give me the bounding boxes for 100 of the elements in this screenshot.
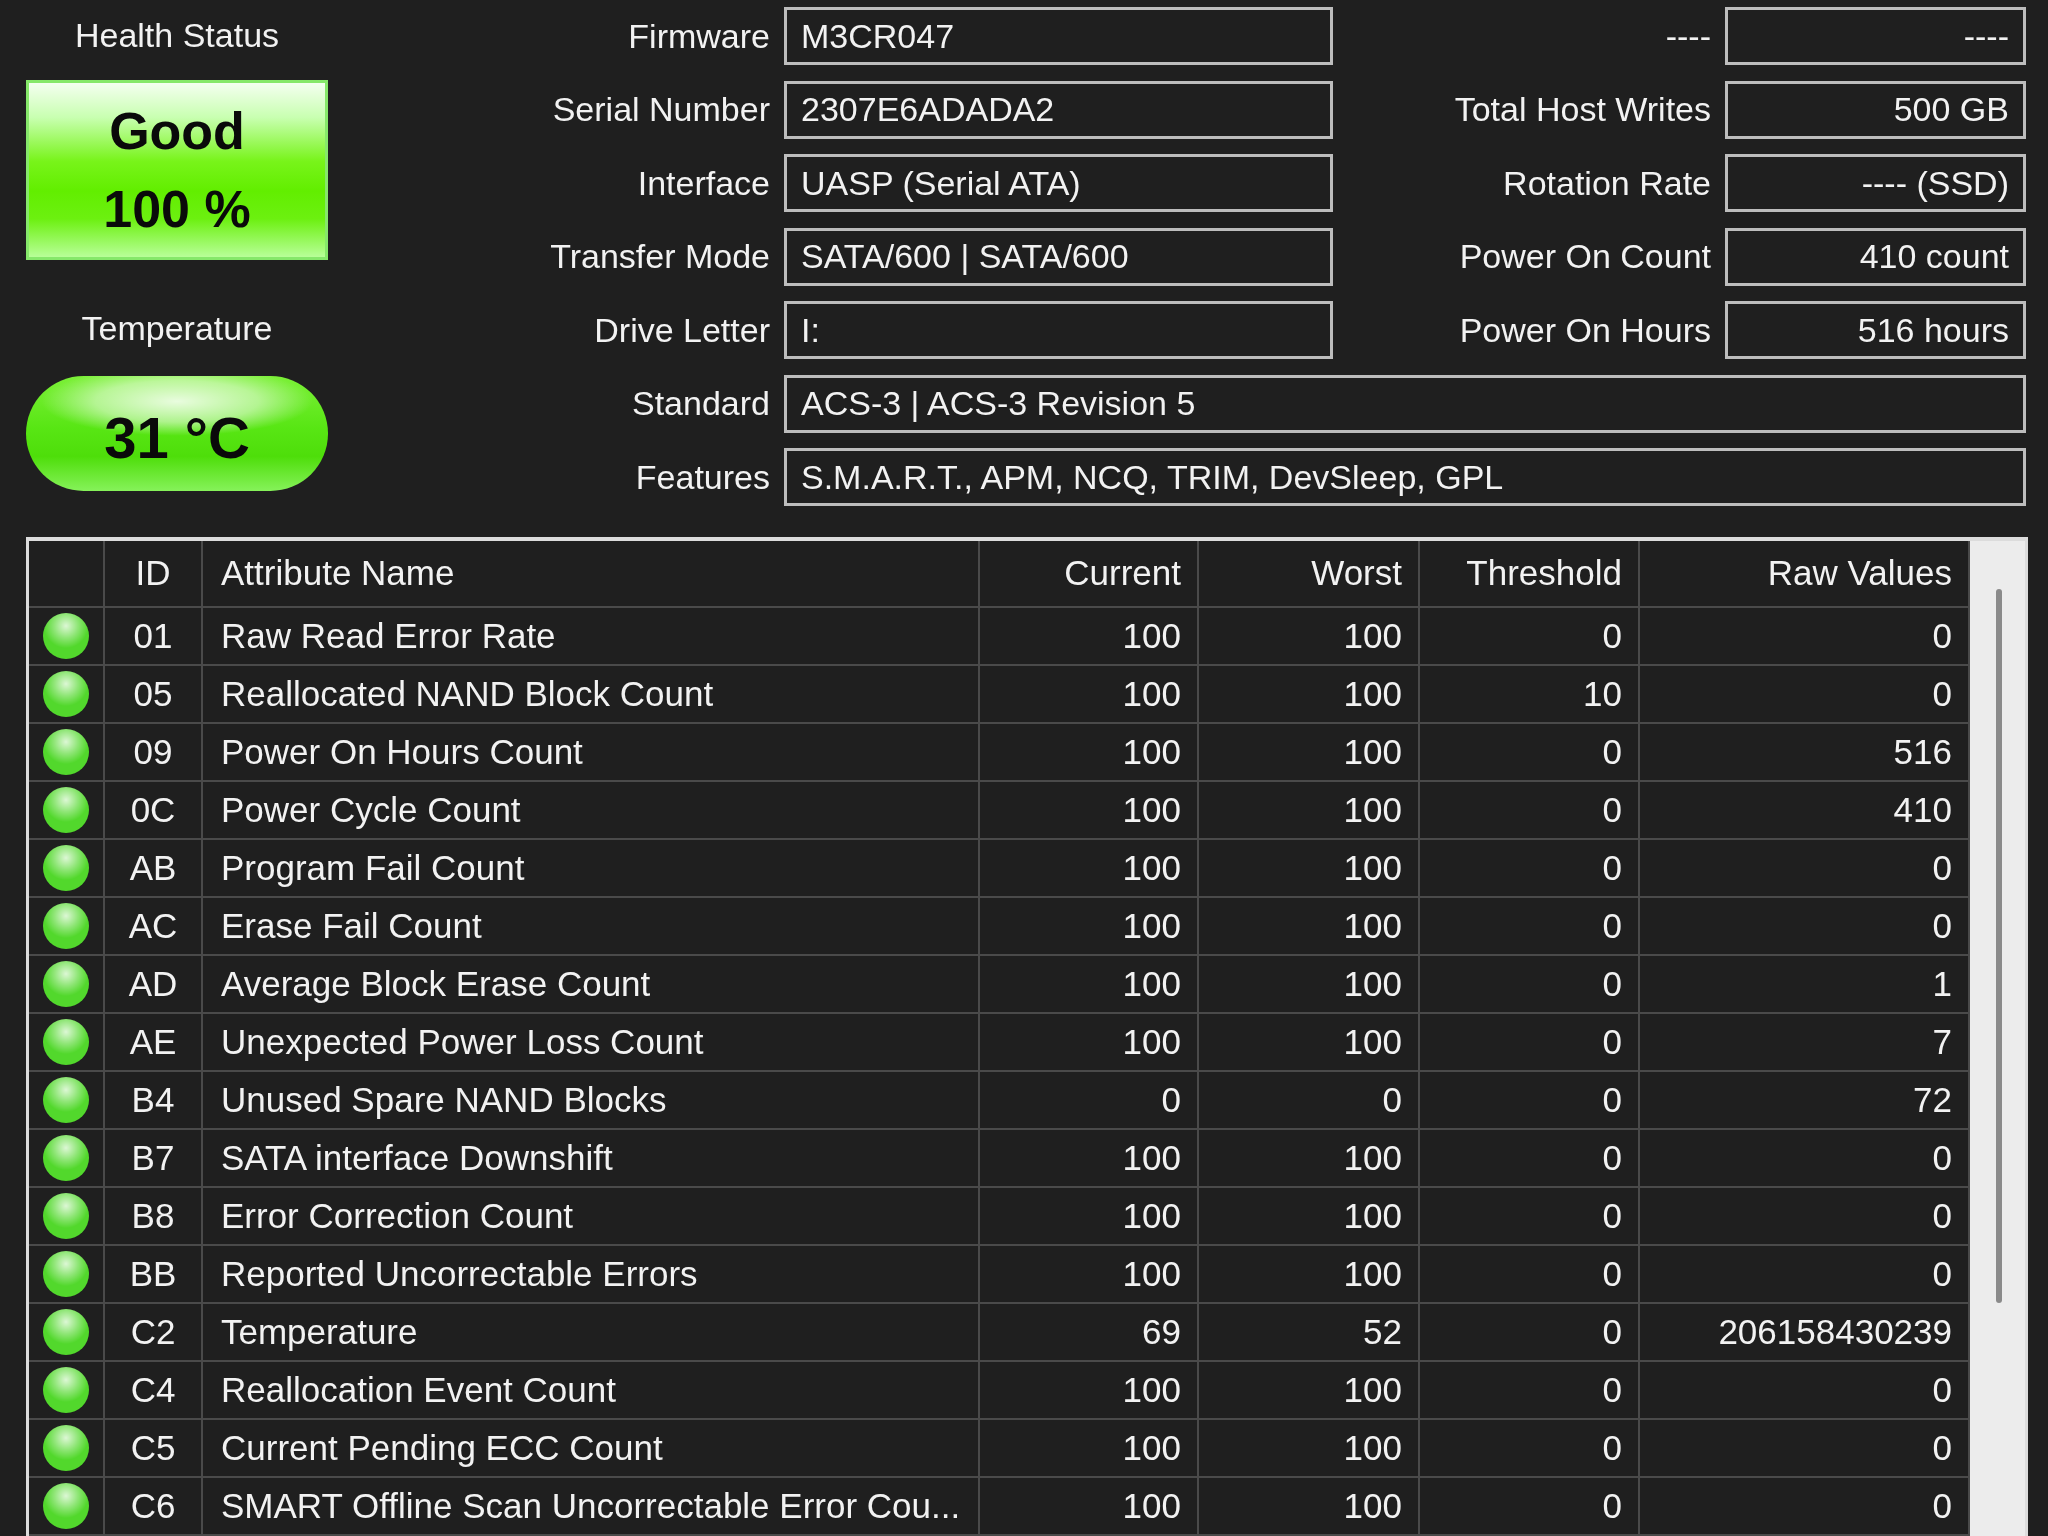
table-cell: Unexpected Power Loss Count xyxy=(203,1014,980,1072)
table-cell: 100 xyxy=(1199,608,1420,666)
table-cell: 100 xyxy=(1199,840,1420,898)
table-cell: 01 xyxy=(105,608,203,666)
field-label: Rotation Rate xyxy=(1503,163,1711,203)
table-cell: 09 xyxy=(105,724,203,782)
field-label: ---- xyxy=(1665,16,1711,56)
table-cell: Erase Fail Count xyxy=(203,898,980,956)
table-cell: 0 xyxy=(1420,782,1640,840)
table-cell: 0 xyxy=(1199,1072,1420,1130)
temperature-label: Temperature xyxy=(81,308,273,349)
table-cell: 0 xyxy=(1420,840,1640,898)
info-field: M3CR047 xyxy=(784,7,1333,65)
table-cell: Reallocation Event Count xyxy=(203,1362,980,1420)
table-cell: 100 xyxy=(980,1130,1199,1188)
info-field: 500 GB xyxy=(1725,80,2026,139)
table-cell: C5 xyxy=(105,1420,203,1478)
table-cell: 100 xyxy=(1199,1362,1420,1420)
field-label: Total Host Writes xyxy=(1454,90,1711,129)
table-cell: 0C xyxy=(105,782,203,840)
table-cell: 100 xyxy=(1199,898,1420,956)
info-field: I: xyxy=(784,301,1333,359)
field-label: Features xyxy=(635,457,770,497)
status-text: Good xyxy=(109,101,245,161)
table-cell: 100 xyxy=(1199,666,1420,724)
table-cell: 100 xyxy=(980,1246,1199,1304)
info-field: SATA/600 | SATA/600 xyxy=(784,227,1333,286)
info-field: 516 hours xyxy=(1725,301,2026,359)
table-cell: Average Block Erase Count xyxy=(203,956,980,1014)
field-label: Power On Hours xyxy=(1459,310,1711,350)
table-cell: 100 xyxy=(980,898,1199,956)
table-cell: 05 xyxy=(105,666,203,724)
table-cell: Power Cycle Count xyxy=(203,782,980,840)
temperature-indicator: 31 °C xyxy=(26,376,328,491)
table-cell: 0 xyxy=(1420,1420,1640,1478)
table-cell: AB xyxy=(105,840,203,898)
table-cell: 100 xyxy=(1199,1130,1420,1188)
table-cell: 0 xyxy=(1420,1014,1640,1072)
table-cell: 100 xyxy=(1199,956,1420,1014)
column-header[interactable]: Current xyxy=(980,541,1199,608)
table-cell: 100 xyxy=(980,724,1199,782)
table-cell: 69 xyxy=(980,1304,1199,1362)
table-cell: SMART Offline Scan Uncorrectable Error Cou... xyxy=(203,1478,980,1536)
table-cell: 10 xyxy=(1420,666,1640,724)
column-header[interactable]: Threshold xyxy=(1420,541,1640,608)
table-cell: 100 xyxy=(980,1014,1199,1072)
table-cell: 0 xyxy=(1420,1304,1640,1362)
column-header[interactable]: Worst xyxy=(1199,541,1420,608)
table-cell: 100 xyxy=(980,1420,1199,1478)
table-cell: 100 xyxy=(980,1362,1199,1420)
column-header[interactable] xyxy=(29,541,105,608)
table-cell: AD xyxy=(105,956,203,1014)
column-header[interactable]: ID xyxy=(105,541,203,608)
info-field: 410 count xyxy=(1725,227,2026,286)
table-cell: C6 xyxy=(105,1478,203,1536)
table-cell: Reallocated NAND Block Count xyxy=(203,666,980,724)
table-cell: Power On Hours Count xyxy=(203,724,980,782)
info-field: ACS-3 | ACS-3 Revision 5 xyxy=(784,374,2026,433)
table-cell: SATA interface Downshift xyxy=(203,1130,980,1188)
table-cell: Unused Spare NAND Blocks xyxy=(203,1072,980,1130)
table-cell: 100 xyxy=(1199,1188,1420,1246)
table-cell: 100 xyxy=(980,956,1199,1014)
table-cell: AE xyxy=(105,1014,203,1072)
table-cell: 0 xyxy=(1420,1362,1640,1420)
field-label: Transfer Mode xyxy=(550,237,770,276)
table-cell: 0 xyxy=(1420,1246,1640,1304)
table-cell: 0 xyxy=(1420,956,1640,1014)
table-cell: 100 xyxy=(1199,1246,1420,1304)
table-cell: Temperature xyxy=(203,1304,980,1362)
table-cell: 100 xyxy=(980,666,1199,724)
table-cell: AC xyxy=(105,898,203,956)
table-cell: Error Correction Count xyxy=(203,1188,980,1246)
table-cell: 100 xyxy=(980,782,1199,840)
table-cell: 100 xyxy=(980,608,1199,666)
info-field: UASP (Serial ATA) xyxy=(784,154,1333,212)
table-cell: 0 xyxy=(1420,1478,1640,1536)
table-cell: Current Pending ECC Count xyxy=(203,1420,980,1478)
field-label: Serial Number xyxy=(552,90,770,129)
field-label: Power On Count xyxy=(1459,237,1711,276)
table-cell: C4 xyxy=(105,1362,203,1420)
table-cell: 100 xyxy=(980,1478,1199,1536)
column-header[interactable]: Attribute Name xyxy=(203,541,980,608)
table-cell: B7 xyxy=(105,1130,203,1188)
table-cell: 100 xyxy=(1199,782,1420,840)
table-cell: B8 xyxy=(105,1188,203,1246)
table-cell: Program Fail Count xyxy=(203,840,980,898)
info-field: S.M.A.R.T., APM, NCQ, TRIM, DevSleep, GPL xyxy=(784,448,2026,506)
table-cell: 0 xyxy=(1420,898,1640,956)
table-cell: BB xyxy=(105,1246,203,1304)
health-status-label: Health Status xyxy=(74,15,280,56)
table-cell: 100 xyxy=(1199,1478,1420,1536)
table-cell: 100 xyxy=(1199,1014,1420,1072)
scrollbar-thumb[interactable] xyxy=(1996,589,2002,1303)
info-field: 2307E6ADADA2 xyxy=(784,80,1333,139)
scrollbar[interactable] xyxy=(1970,541,2025,1536)
field-label: Standard xyxy=(632,384,770,423)
info-field: ---- xyxy=(1725,7,2026,65)
table-cell: 100 xyxy=(980,1188,1199,1246)
table-cell: C2 xyxy=(105,1304,203,1362)
field-label: Firmware xyxy=(628,16,770,56)
